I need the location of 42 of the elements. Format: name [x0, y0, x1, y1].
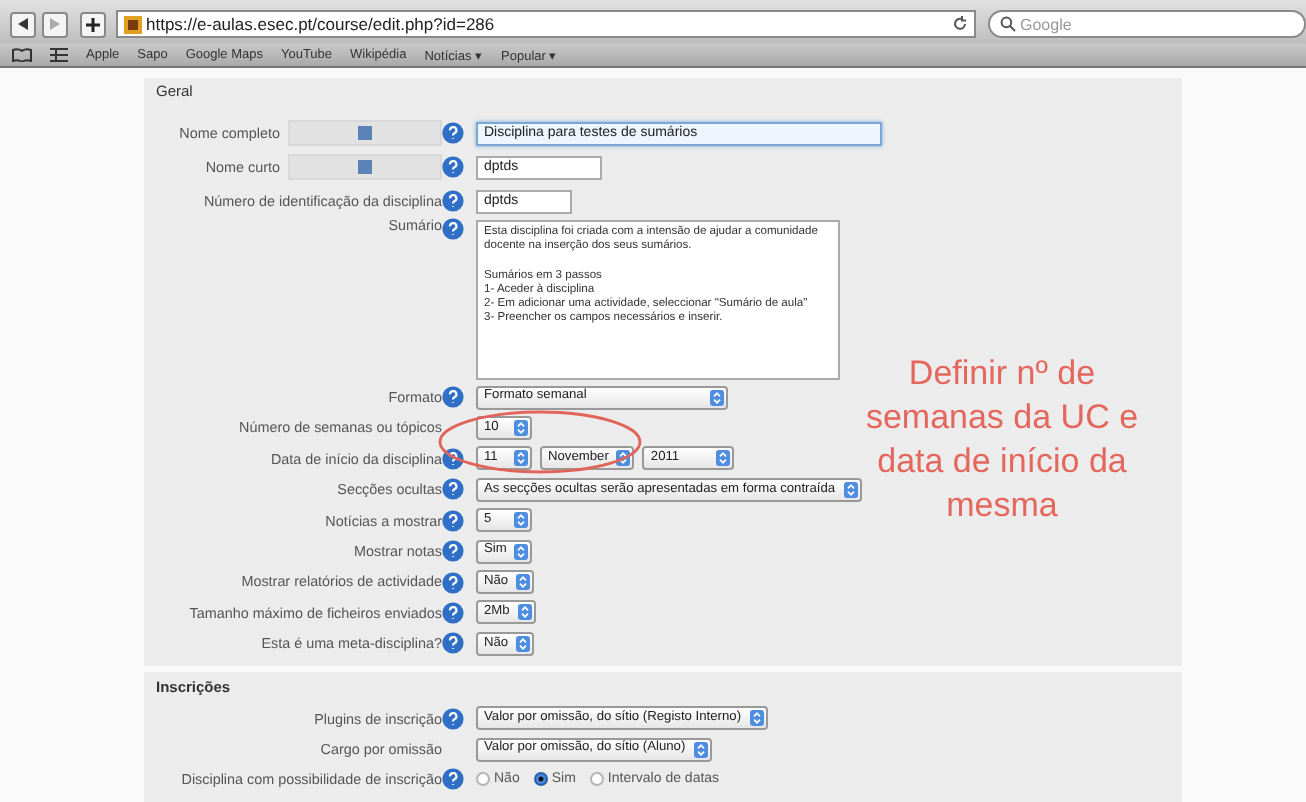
help-icon[interactable] [442, 601, 464, 624]
help-icon[interactable] [442, 386, 464, 409]
stepper-arrows-icon [843, 481, 858, 498]
help-icon[interactable] [442, 218, 464, 240]
book-icon[interactable] [12, 48, 32, 62]
stepper-arrows-icon [514, 420, 528, 437]
help-icon[interactable] [442, 632, 464, 655]
stepper-arrows-icon [517, 604, 532, 621]
help-icon[interactable] [442, 768, 464, 791]
help-icon[interactable] [442, 509, 464, 532]
stepper-arrows-icon [693, 741, 708, 758]
stepper-arrows-icon [749, 710, 764, 727]
add-button[interactable] [80, 11, 106, 37]
grid-icon[interactable] [50, 48, 68, 62]
help-icon[interactable] [442, 478, 464, 501]
stepper-arrows-icon [716, 450, 731, 467]
help-icon[interactable] [442, 447, 464, 470]
annotation-text: Definir nº de semanas da UC e data de início da mesma [863, 352, 1141, 528]
radio-button[interactable] [476, 772, 490, 787]
help-icon[interactable] [442, 122, 464, 144]
search-icon [1000, 16, 1016, 32]
url-text: https://e-aulas.esec.pt/course/edit.php?id=286 [146, 14, 497, 34]
site-icon [124, 15, 142, 33]
radio-button[interactable] [589, 772, 604, 787]
help-icon[interactable] [442, 190, 464, 212]
stepper-arrows-icon [516, 574, 531, 591]
stepper-arrows-icon [514, 512, 528, 529]
stepper-arrows-icon [514, 543, 529, 560]
address-bar[interactable]: https://e-aulas.esec.pt/course/edit.php?id=286 [116, 10, 976, 38]
radio-button[interactable] [533, 772, 548, 787]
stepper-arrows-icon [516, 635, 531, 652]
stepper-arrows-icon [710, 389, 724, 406]
help-icon[interactable] [442, 571, 464, 594]
help-icon[interactable] [442, 707, 464, 730]
back-button[interactable] [10, 11, 36, 37]
stepper-arrows-icon [514, 450, 528, 467]
left-arrow-icon [18, 18, 28, 30]
help-icon[interactable] [442, 540, 464, 563]
help-icon[interactable] [442, 156, 464, 178]
right-arrow-icon [50, 18, 60, 30]
plus-icon [86, 17, 100, 31]
reload-icon[interactable] [952, 16, 968, 32]
